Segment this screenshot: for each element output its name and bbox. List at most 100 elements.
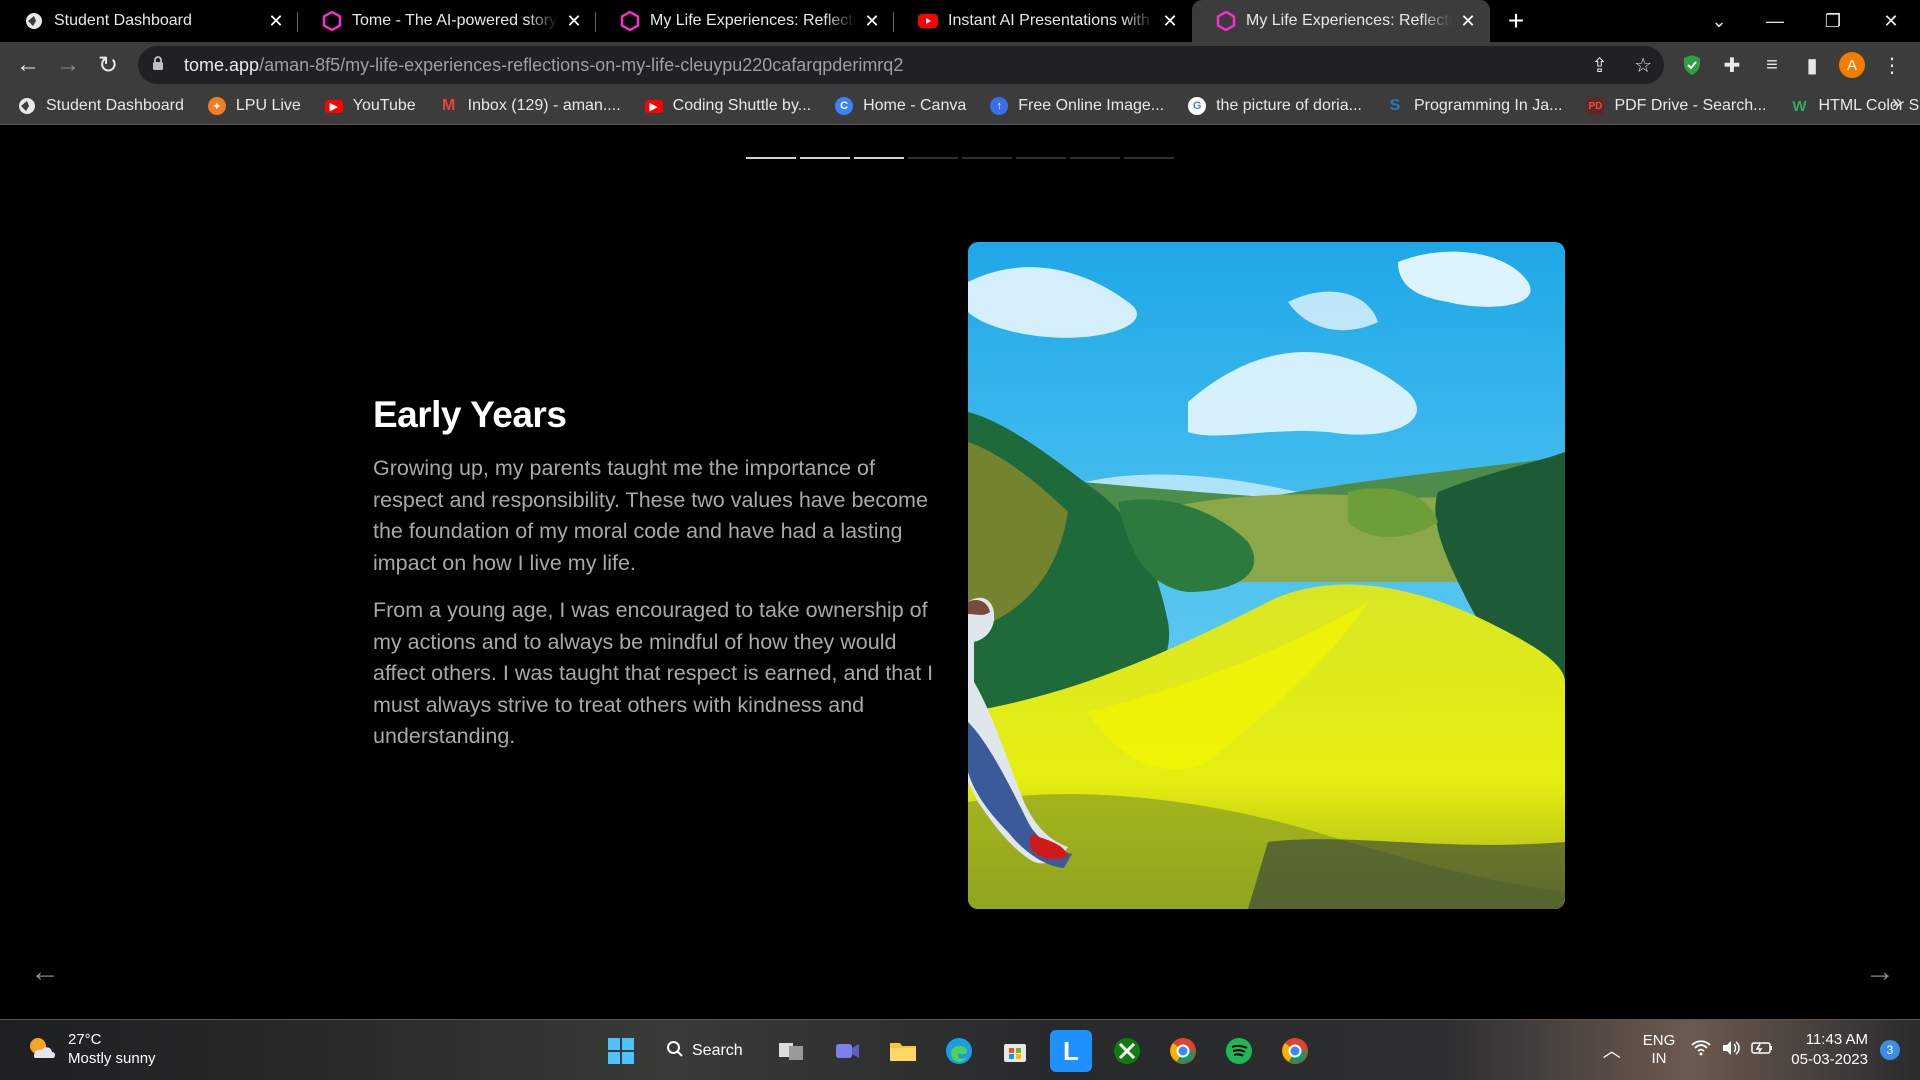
search-icon [666,1040,684,1063]
more-bookmarks-chevron-icon[interactable]: » [1892,92,1902,113]
bookmark-picture-of-dorian[interactable]: G the picture of doria... [1188,91,1372,121]
close-icon[interactable]: ✕ [266,11,286,31]
tab-title: Instant AI Presentations with tome [948,12,1154,29]
restore-icon[interactable]: ❐ [1808,0,1858,42]
address-bar[interactable]: tome.app/aman-8f5/my-life-experiences-re… [138,46,1664,84]
teams-chat-icon[interactable] [826,1030,868,1072]
youtube-icon: ▶ [324,99,343,113]
tab-strip: Student Dashboard ✕ Tome - The AI-powere… [0,0,1920,42]
tab-student-dashboard[interactable]: Student Dashboard ✕ [0,0,298,42]
bookmark-star-icon[interactable]: ☆ [1634,53,1652,78]
volume-icon[interactable] [1721,1040,1741,1060]
spotify-icon[interactable] [1218,1030,1260,1072]
share-icon[interactable]: ⇪ [1591,53,1608,78]
system-clock[interactable]: 11:43 AM 05-03-2023 [1791,1030,1868,1070]
progress-segment[interactable] [1124,157,1174,159]
globe-icon [18,97,36,115]
edge-browser-icon[interactable] [938,1030,980,1072]
tab-my-life-experiences-active[interactable]: My Life Experiences: Reflections on My L… [1192,0,1490,42]
presentation-page: Early Years Growing up, my parents taugh… [0,126,1920,1019]
bookmark-pdf-drive[interactable]: PD PDF Drive - Search... [1586,91,1776,121]
tome-icon [1216,11,1236,31]
bookmark-lpu-live[interactable]: ✦ LPU Live [207,91,311,121]
tab-search-chevron-icon[interactable]: ⌄ [1694,0,1744,42]
windows-start-icon[interactable] [600,1030,642,1072]
progress-segment[interactable] [854,157,904,159]
tab-tome[interactable]: Tome - The AI-powered storytelling ✕ [298,0,596,42]
html-color-icon: W [1792,97,1807,115]
minimize-icon[interactable]: — [1750,0,1800,42]
bookmark-programming-in-java[interactable]: S Programming In Ja... [1386,91,1573,121]
bookmark-student-dashboard[interactable]: Student Dashboard [18,91,194,121]
bookmark-free-online-image[interactable]: ↑ Free Online Image... [990,91,1174,121]
microsoft-store-icon[interactable] [994,1030,1036,1072]
side-panel-icon[interactable]: ▮ [1792,45,1832,85]
chrome-icon[interactable] [1162,1030,1204,1072]
task-view-icon[interactable] [770,1030,812,1072]
back-arrow-icon[interactable]: ← [8,45,48,85]
forward-arrow-icon[interactable]: → [48,45,88,85]
next-slide-arrow-icon[interactable]: → [1862,954,1898,990]
image-icon: ↑ [990,97,1009,115]
shield-extension-icon[interactable] [1672,45,1712,85]
lock-icon [152,56,170,74]
tab-title: My Life Experiences: Reflections on My L… [650,12,856,29]
input-language-indicator[interactable]: ENG IN [1643,1032,1676,1068]
puzzle-extensions-icon[interactable]: ✚ [1712,45,1752,85]
close-window-icon[interactable]: ✕ [1866,0,1916,42]
menu-kebab-icon[interactable]: ⋮ [1872,45,1912,85]
url-host: tome.app [184,54,260,75]
weather-temperature: 27°C [68,1031,102,1048]
show-hidden-icons-chevron-icon[interactable]: ︿ [1603,1037,1621,1063]
xbox-icon[interactable] [1106,1030,1148,1072]
chrome-profile-icon[interactable] [1274,1030,1316,1072]
bookmark-inbox[interactable]: M Inbox (129) - aman.... [440,91,631,121]
new-tab-button[interactable]: + [1496,0,1536,42]
progress-segment[interactable] [746,157,796,159]
windows-taskbar: 27°C Mostly sunny Search L ︿ ENG IN 11:4… [0,1019,1920,1080]
bookmark-canva[interactable]: C Home - Canva [835,91,976,121]
media-playlist-icon[interactable]: ≡ [1752,45,1792,85]
slide-progress-bar [746,157,1174,159]
file-explorer-icon[interactable] [882,1030,924,1072]
tab-instant-ai-presentations[interactable]: Instant AI Presentations with tome ✕ [894,0,1192,42]
taskbar-search-button[interactable]: Search [656,1032,756,1070]
progress-segment[interactable] [1016,157,1066,159]
battery-icon[interactable] [1751,1041,1773,1059]
progress-segment[interactable] [962,157,1012,159]
previous-slide-arrow-icon[interactable]: ← [27,954,63,990]
progress-segment[interactable] [908,157,958,159]
slide-title: Early Years [373,394,567,435]
tome-icon [322,11,342,31]
taskbar-search-label: Search [692,1042,743,1059]
l-app-icon[interactable]: L [1050,1030,1092,1072]
weather-widget[interactable]: 27°C Mostly sunny [26,1030,156,1068]
profile-avatar[interactable]: A [1832,45,1872,85]
pdf-icon: PD [1586,97,1605,115]
close-icon[interactable]: ✕ [1160,11,1180,31]
slide-paragraph-2: From a young age, I was encouraged to ta… [373,598,934,748]
youtube-icon: ▶ [644,99,663,113]
bookmark-coding-shuttle[interactable]: ▶ Coding Shuttle by... [644,91,821,121]
tab-my-life-experiences[interactable]: My Life Experiences: Reflections on My L… [596,0,894,42]
google-icon: G [1188,97,1207,115]
tome-icon [620,11,640,31]
close-icon[interactable]: ✕ [1458,11,1478,31]
reload-icon[interactable]: ↻ [88,45,128,85]
clock-date: 05-03-2023 [1791,1051,1868,1068]
lpu-icon: ✦ [207,97,226,115]
scribd-icon: S [1389,97,1401,114]
gmail-icon: M [442,97,456,114]
notification-badge[interactable]: 3 [1880,1040,1900,1060]
weather-condition: Mostly sunny [68,1050,156,1067]
partly-sunny-icon [30,1038,56,1058]
bookmark-youtube[interactable]: ▶ YouTube [324,91,426,121]
wifi-icon[interactable] [1691,1040,1711,1060]
close-icon[interactable]: ✕ [862,11,882,31]
progress-segment[interactable] [800,157,850,159]
canva-icon: C [835,97,854,115]
url-path: /aman-8f5/my-life-experiences-reflection… [259,54,904,75]
clock-time: 11:43 AM [1805,1031,1868,1048]
close-icon[interactable]: ✕ [564,11,584,31]
progress-segment[interactable] [1070,157,1120,159]
